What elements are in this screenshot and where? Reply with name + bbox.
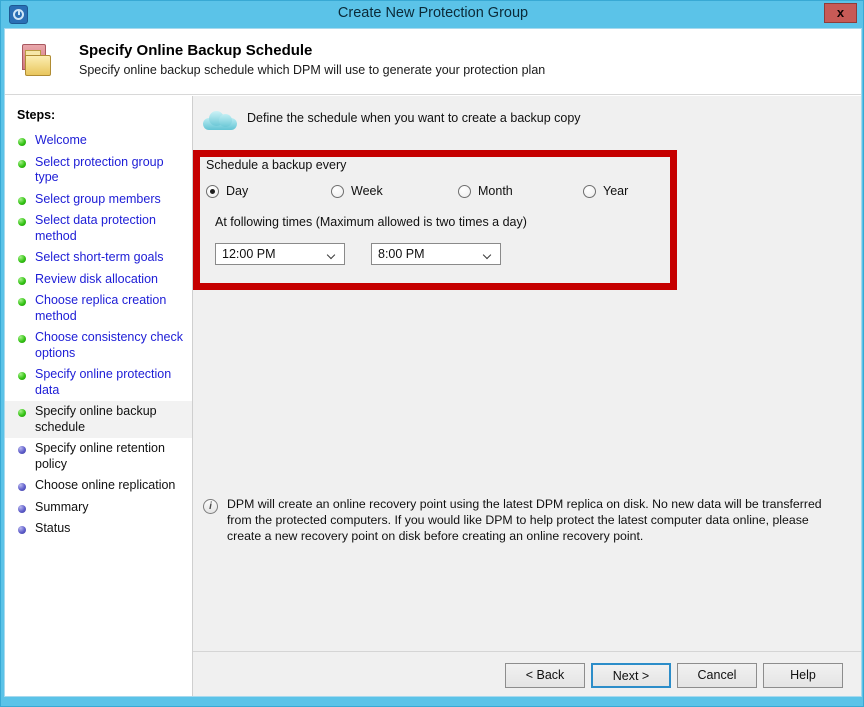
chevron-down-icon bbox=[484, 252, 491, 256]
info-icon: i bbox=[203, 499, 218, 514]
close-icon[interactable]: x bbox=[824, 3, 857, 23]
next-button[interactable]: Next > bbox=[591, 663, 671, 688]
client-area: Specify Online Backup Schedule Specify o… bbox=[4, 28, 862, 697]
sidebar-item-label: Select short-term goals bbox=[35, 250, 184, 266]
sidebar-item-select-protection-group-type[interactable]: Select protection group type bbox=[5, 152, 192, 189]
step-bullet-icon bbox=[18, 335, 26, 343]
create-protection-group-window: Create New Protection Group x Specify On… bbox=[0, 0, 864, 707]
sidebar-item-label: Review disk allocation bbox=[35, 272, 184, 288]
sidebar-item-select-group-members[interactable]: Select group members bbox=[5, 189, 192, 211]
cloud-banner: Define the schedule when you want to cre… bbox=[193, 96, 861, 144]
sidebar-item-specify-online-retention-policy: Specify online retention policy bbox=[5, 438, 192, 475]
steps-sidebar: Steps: Welcome Select protection group ty… bbox=[5, 96, 193, 697]
folders-icon bbox=[21, 43, 61, 81]
step-bullet-icon bbox=[18, 298, 26, 306]
sidebar-item-review-disk-allocation[interactable]: Review disk allocation bbox=[5, 269, 192, 291]
time-dropdown-2-value: 8:00 PM bbox=[378, 247, 425, 261]
sidebar-item-label: Choose replica creation method bbox=[35, 293, 184, 324]
cloud-icon bbox=[203, 110, 239, 130]
steps-list: Welcome Select protection group type Selec… bbox=[5, 130, 192, 540]
sidebar-item-label: Select data protection method bbox=[35, 213, 184, 244]
main-panel: Define the schedule when you want to cre… bbox=[193, 96, 861, 697]
radio-week-label: Week bbox=[351, 184, 383, 198]
sidebar-item-label: Specify online protection data bbox=[35, 367, 184, 398]
step-bullet-icon bbox=[18, 197, 26, 205]
radio-year-label: Year bbox=[603, 184, 628, 198]
sidebar-item-label: Summary bbox=[35, 500, 184, 516]
step-bullet-icon bbox=[18, 255, 26, 263]
step-bullet-icon bbox=[18, 526, 26, 534]
title-bar: Create New Protection Group x bbox=[1, 1, 864, 28]
sidebar-item-choose-consistency-check-options[interactable]: Choose consistency check options bbox=[5, 327, 192, 364]
time-dropdown-1-value: 12:00 PM bbox=[222, 247, 276, 261]
sidebar-item-choose-replica-creation-method[interactable]: Choose replica creation method bbox=[5, 290, 192, 327]
time-dropdown-1[interactable]: 12:00 PM bbox=[215, 243, 345, 265]
step-bullet-icon bbox=[18, 218, 26, 226]
sidebar-item-select-data-protection-method[interactable]: Select data protection method bbox=[5, 210, 192, 247]
chevron-down-icon bbox=[328, 252, 335, 256]
sidebar-item-label: Choose consistency check options bbox=[35, 330, 184, 361]
step-bullet-icon bbox=[18, 409, 26, 417]
cancel-button[interactable]: Cancel bbox=[677, 663, 757, 688]
help-button[interactable]: Help bbox=[763, 663, 843, 688]
sidebar-item-status: Status bbox=[5, 518, 192, 540]
step-bullet-icon bbox=[18, 372, 26, 380]
cloud-banner-text: Define the schedule when you want to cre… bbox=[247, 111, 581, 125]
button-bar: < Back Next > Cancel Help bbox=[193, 651, 861, 697]
sidebar-item-label: Welcome bbox=[35, 133, 184, 149]
page-title: Specify Online Backup Schedule bbox=[79, 42, 312, 59]
info-note-text: DPM will create an online recovery point… bbox=[227, 496, 845, 544]
schedule-group: Schedule a backup every Day Week Month Y… bbox=[201, 158, 669, 282]
sidebar-item-specify-online-protection-data[interactable]: Specify online protection data bbox=[5, 364, 192, 401]
sidebar-item-label: Select group members bbox=[35, 192, 184, 208]
step-bullet-icon bbox=[18, 277, 26, 285]
step-bullet-icon bbox=[18, 160, 26, 168]
sidebar-item-select-short-term-goals[interactable]: Select short-term goals bbox=[5, 247, 192, 269]
page-subtitle: Specify online backup schedule which DPM… bbox=[79, 63, 545, 77]
radio-month-indicator bbox=[458, 185, 471, 198]
step-bullet-icon bbox=[18, 505, 26, 513]
sidebar-item-specify-online-backup-schedule: Specify online backup schedule bbox=[5, 401, 192, 438]
radio-day-indicator bbox=[206, 185, 219, 198]
sidebar-item-choose-online-replication: Choose online replication bbox=[5, 475, 192, 497]
wizard-header: Specify Online Backup Schedule Specify o… bbox=[5, 29, 861, 95]
radio-day-label: Day bbox=[226, 184, 248, 198]
schedule-frequency-label: Schedule a backup every bbox=[206, 158, 346, 172]
sidebar-item-label: Choose online replication bbox=[35, 478, 184, 494]
step-bullet-icon bbox=[18, 138, 26, 146]
sidebar-item-label: Status bbox=[35, 521, 184, 537]
step-bullet-icon bbox=[18, 483, 26, 491]
back-button[interactable]: < Back bbox=[505, 663, 585, 688]
time-dropdown-2[interactable]: 8:00 PM bbox=[371, 243, 501, 265]
step-bullet-icon bbox=[18, 446, 26, 454]
radio-year-indicator bbox=[583, 185, 596, 198]
sidebar-item-label: Specify online retention policy bbox=[35, 441, 184, 472]
window-title: Create New Protection Group bbox=[1, 5, 864, 21]
steps-heading: Steps: bbox=[17, 108, 55, 122]
times-label: At following times (Maximum allowed is t… bbox=[215, 215, 527, 229]
radio-month-label: Month bbox=[478, 184, 513, 198]
sidebar-item-welcome[interactable]: Welcome bbox=[5, 130, 192, 152]
sidebar-item-label: Select protection group type bbox=[35, 155, 184, 186]
sidebar-item-summary: Summary bbox=[5, 497, 192, 519]
sidebar-item-label: Specify online backup schedule bbox=[35, 404, 184, 435]
radio-week-indicator bbox=[331, 185, 344, 198]
